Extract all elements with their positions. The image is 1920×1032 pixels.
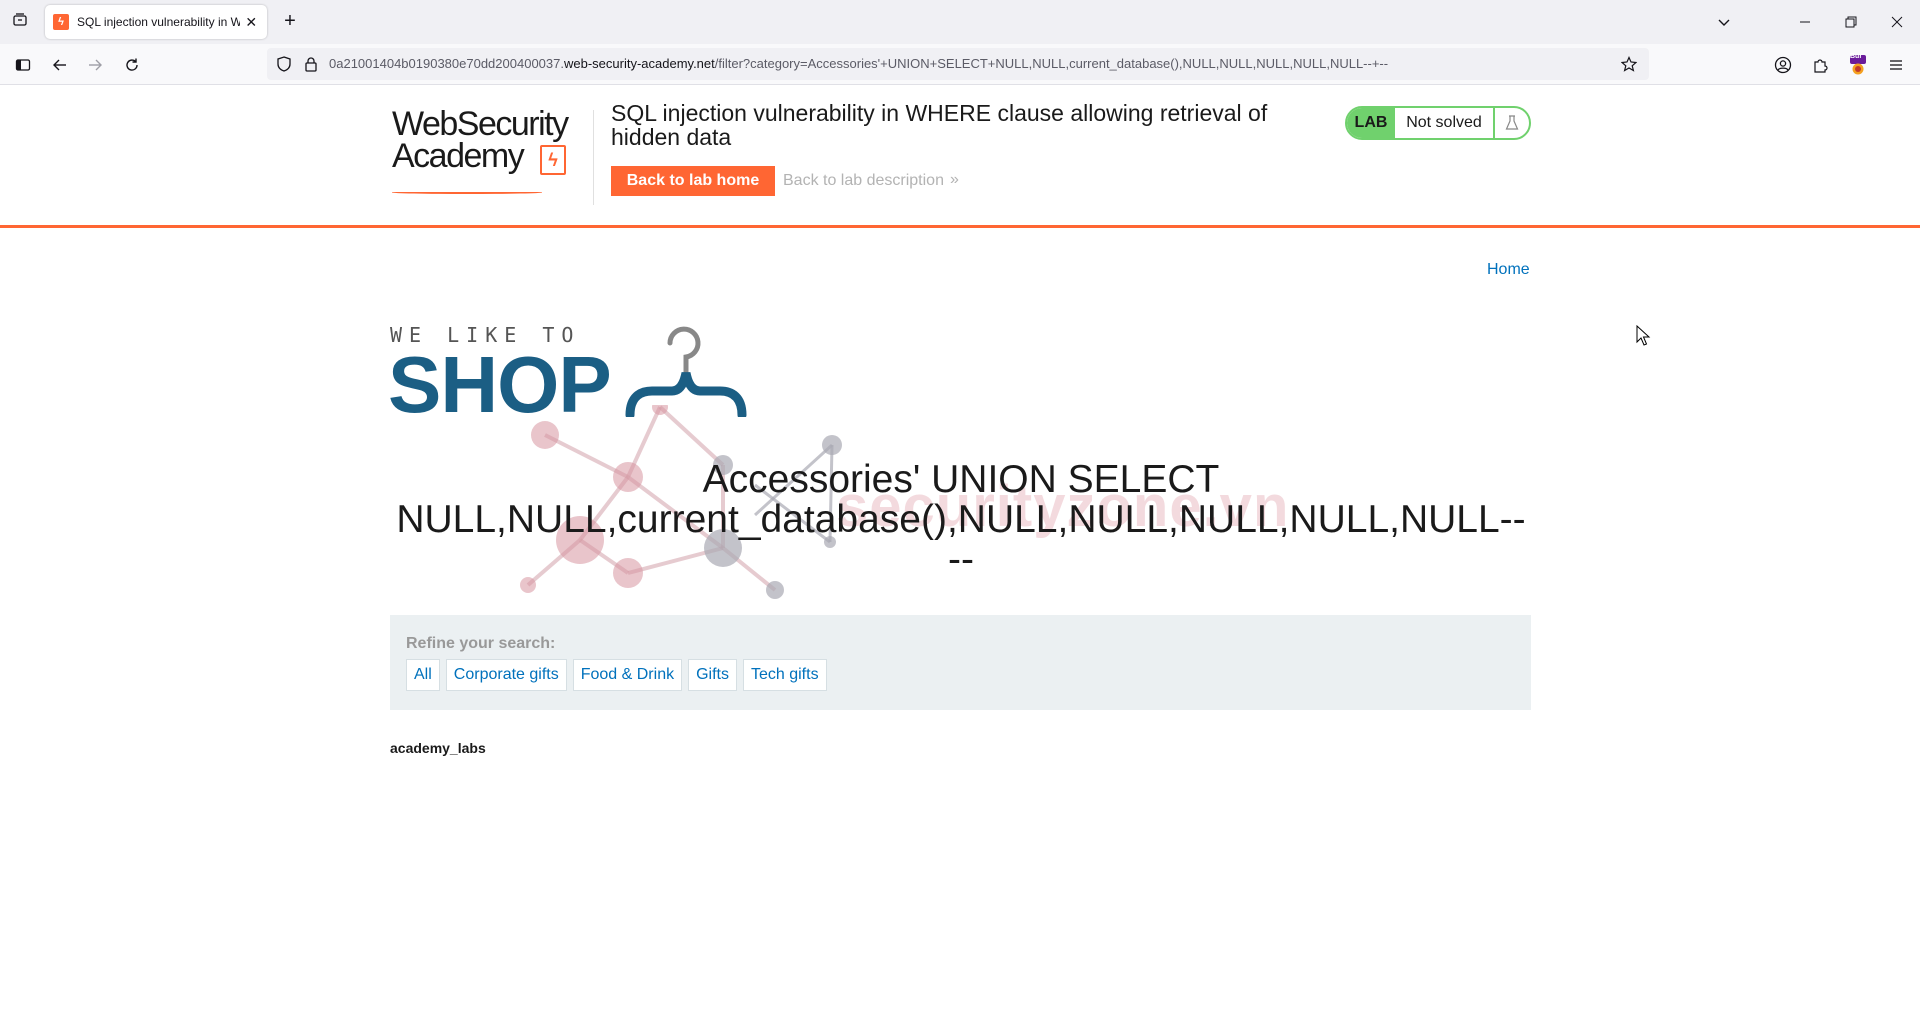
- filter-corporate-gifts[interactable]: Corporate gifts: [445, 659, 567, 691]
- burp-extension-icon[interactable]: Bur: [1844, 52, 1872, 78]
- lab-status-text: Not solved: [1406, 114, 1482, 131]
- list-all-tabs-icon[interactable]: [1712, 10, 1736, 34]
- close-window-icon[interactable]: [1874, 0, 1920, 44]
- tab-title: SQL injection vulnerability in WHERE: [77, 15, 240, 29]
- filter-gifts[interactable]: Gifts: [688, 659, 737, 691]
- shop-logo: WE LIKE TO SHOP: [388, 323, 750, 429]
- lab-status-widget: LAB Not solved: [1345, 106, 1531, 140]
- refine-search-panel: Refine your search: All Corporate gifts …: [390, 615, 1531, 710]
- lab-title: SQL injection vulnerability in WHERE cla…: [611, 100, 1268, 150]
- forward-arrow-icon[interactable]: [81, 52, 109, 78]
- logo-swoosh: [392, 191, 542, 194]
- web-page: WebSecurity Academy ϟ SQL injection vuln…: [0, 85, 1920, 1032]
- lock-icon[interactable]: [303, 56, 319, 72]
- web-security-academy-favicon-icon: ϟ: [53, 14, 69, 30]
- close-tab-icon[interactable]: ✕: [244, 14, 259, 31]
- account-icon[interactable]: [1769, 52, 1797, 78]
- lightning-bolt-icon: ϟ: [540, 145, 566, 175]
- browser-tab-active[interactable]: ϟ SQL injection vulnerability in WHERE ✕: [45, 5, 267, 39]
- web-security-academy-logo[interactable]: WebSecurity Academy ϟ: [392, 105, 592, 205]
- filter-tech-gifts[interactable]: Tech gifts: [742, 659, 827, 691]
- tracking-protection-shield-icon[interactable]: [276, 56, 292, 72]
- lab-badge: LAB: [1347, 108, 1395, 138]
- back-to-lab-home-button[interactable]: Back to lab home: [611, 166, 775, 196]
- filter-food-drink[interactable]: Food & Drink: [572, 659, 683, 691]
- shop-logo-title: SHOP: [388, 340, 612, 429]
- header-divider: [593, 110, 594, 205]
- url-text: 0a21001404b0190380e70dd200400037.web-sec…: [329, 56, 1389, 71]
- minimize-window-icon[interactable]: [1782, 0, 1828, 44]
- address-bar[interactable]: 0a21001404b0190380e70dd200400037.web-sec…: [267, 48, 1649, 80]
- query-result-text: academy_labs: [390, 740, 486, 756]
- lab-header: WebSecurity Academy ϟ SQL injection vuln…: [0, 85, 1920, 228]
- bookmark-star-icon[interactable]: [1621, 56, 1637, 72]
- back-arrow-icon[interactable]: [46, 52, 74, 78]
- double-chevron-right-icon: »: [950, 171, 959, 188]
- home-link[interactable]: Home: [1487, 261, 1530, 279]
- hamburger-menu-icon[interactable]: [1882, 52, 1910, 78]
- sidebar-toggle-icon[interactable]: [9, 52, 37, 78]
- mouse-cursor-icon: [1636, 324, 1652, 347]
- back-to-lab-description-link[interactable]: Back to lab description: [783, 172, 944, 190]
- refine-search-label: Refine your search:: [406, 635, 556, 652]
- reload-icon[interactable]: [118, 52, 146, 78]
- tab-list-icon[interactable]: [8, 8, 32, 32]
- category-heading: Accessories' UNION SELECT NULL,NULL,curr…: [396, 458, 1526, 581]
- tab-bar: ϟ SQL injection vulnerability in WHERE ✕…: [0, 0, 1920, 44]
- flask-icon: [1493, 108, 1529, 138]
- filter-list: All Corporate gifts Food & Drink Gifts T…: [406, 659, 827, 691]
- navigation-toolbar: 0a21001404b0190380e70dd200400037.web-sec…: [0, 44, 1920, 85]
- logo-line2: Academy: [392, 137, 525, 175]
- hanger-icon: [625, 326, 747, 417]
- restore-window-icon[interactable]: [1828, 0, 1874, 44]
- filter-all[interactable]: All: [406, 659, 440, 691]
- extensions-puzzle-icon[interactable]: [1806, 52, 1834, 78]
- new-tab-button[interactable]: +: [278, 10, 302, 34]
- burp-extension-badge: Bur: [1850, 53, 1863, 60]
